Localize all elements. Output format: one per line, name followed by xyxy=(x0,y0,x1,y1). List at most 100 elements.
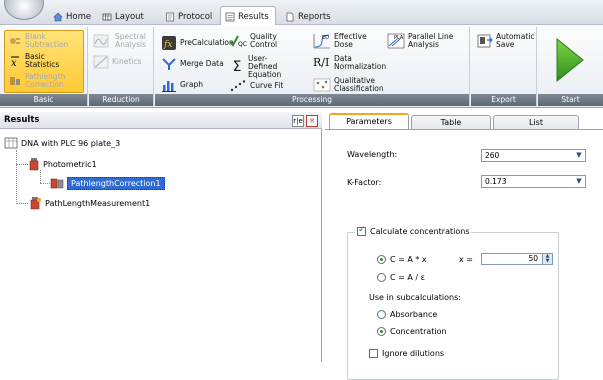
ribbon-group-basic: Blank Subtraction x Basic Statistics Pat… xyxy=(0,27,88,106)
effective-dose-button[interactable]: ED Effective Dose xyxy=(313,33,367,49)
results-icon xyxy=(225,12,235,21)
kfactor-value: 0.173 xyxy=(485,177,507,186)
tab-protocol[interactable]: Protocol xyxy=(160,7,219,25)
tree-node-photometric[interactable]: Photometric1 xyxy=(28,157,97,171)
tab-results[interactable]: Results xyxy=(220,6,276,26)
precalculation-label: PreCalculation xyxy=(180,38,234,47)
top-tab-strip: Home Layout Protocol Results Reports xyxy=(0,0,603,26)
pathlength-correction-label: Pathlength Correction xyxy=(25,72,66,89)
automatic-save-label: Automatic Save xyxy=(496,32,535,49)
tree-node-pathlength-correction[interactable]: PathlengthCorrection1 xyxy=(50,176,165,190)
curve-fit-button[interactable]: Curve Fit xyxy=(229,79,283,93)
formula-divide-radio[interactable]: C = A / ε xyxy=(377,273,425,282)
effective-dose-icon: ED xyxy=(313,34,330,49)
tree-line xyxy=(16,203,28,204)
tree-node-pathlength-correction-label: PathlengthCorrection1 xyxy=(67,176,165,190)
kfactor-select[interactable]: 0.173 ▼ xyxy=(481,175,586,188)
measurement-flask-icon xyxy=(29,158,39,171)
parallel-line-analysis-icon: PLA xyxy=(387,33,405,49)
curve-fit-label: Curve Fit xyxy=(250,81,284,90)
spectral-analysis-button[interactable]: Spectral Analysis xyxy=(93,33,153,49)
tab-reports[interactable]: Reports xyxy=(280,7,338,25)
basic-statistics-button[interactable]: x Basic Statistics xyxy=(8,53,86,69)
tab-parameters[interactable]: Parameters xyxy=(329,113,409,129)
merge-data-button[interactable]: Merge Data xyxy=(161,56,224,72)
tab-reports-label: Reports xyxy=(298,11,331,22)
data-normalization-button[interactable]: R/I Data Normalization xyxy=(313,54,387,71)
tab-results-label: Results xyxy=(238,11,269,22)
tab-layout[interactable]: Layout xyxy=(97,7,151,25)
merge-data-label: Merge Data xyxy=(180,59,224,68)
formula-multiply-radio[interactable]: C = A * x xyxy=(377,255,427,264)
ignore-dilutions-checkbox[interactable]: Ignore dilutions xyxy=(369,349,444,358)
tree-line xyxy=(40,170,41,183)
checkbox-checked-icon xyxy=(357,225,366,236)
qc-badge: QC xyxy=(238,41,247,48)
quality-control-button[interactable]: QC Quality Control xyxy=(229,33,280,49)
pathlength-correction-button[interactable]: Pathlength Correction xyxy=(8,73,86,89)
ribbon-group-basic-label: Basic xyxy=(0,94,87,106)
tree-node-pathlength-measurement[interactable]: PathLengthMeasurement1 xyxy=(28,196,150,210)
application-menu-button[interactable] xyxy=(4,0,44,20)
results-header: Results r|e ✕ xyxy=(0,112,322,129)
radio-selected-icon xyxy=(377,327,386,336)
qualitative-classification-label: Qualitative Classification xyxy=(334,76,384,93)
ribbon-group-export: Automatic Save Export xyxy=(471,27,537,106)
svg-text:fx: fx xyxy=(163,40,172,50)
automatic-save-icon xyxy=(477,34,493,48)
absorbance-label: Absorbance xyxy=(390,310,438,319)
kinetics-button[interactable]: Kinetics xyxy=(93,55,153,69)
precalculation-button[interactable]: fx PreCalculation xyxy=(161,35,234,51)
qualitative-classification-button[interactable]: Qualitative Classification xyxy=(313,77,384,93)
automatic-save-button[interactable]: Automatic Save xyxy=(477,32,535,49)
spectral-analysis-label: Spectral Analysis xyxy=(115,32,146,49)
tab-list[interactable]: List xyxy=(493,115,579,129)
reports-icon xyxy=(286,12,294,21)
user-defined-equation-button[interactable]: Σ User-Defined Equation xyxy=(229,55,292,79)
ribbon-group-processing-label: Processing xyxy=(155,94,469,106)
blank-subtraction-button[interactable]: Blank Subtraction xyxy=(8,33,86,49)
protocol-icon xyxy=(166,12,174,21)
chevron-down-icon: ▼ xyxy=(576,177,582,185)
blank-subtraction-label: Blank Subtraction xyxy=(25,32,69,49)
ribbon-group-start: Start xyxy=(538,27,603,106)
svg-text:x: x xyxy=(11,58,17,68)
calculate-concentrations-label: Calculate concentrations xyxy=(370,227,470,236)
tree-node-pathlength-measurement-label: PathLengthMeasurement1 xyxy=(45,198,151,208)
merge-arrows-icon xyxy=(162,58,176,70)
formula-multiply-label: C = A * x xyxy=(390,255,427,264)
tab-protocol-label: Protocol xyxy=(178,11,213,22)
blank-subtraction-icon xyxy=(10,38,20,44)
mean-x-bar-icon: x xyxy=(11,56,19,68)
parameters-panel: Parameters Table List Wavelength: 260 ▼ … xyxy=(325,112,603,380)
tab-home[interactable]: Home xyxy=(48,7,98,25)
radio-unselected-icon xyxy=(377,310,386,319)
ed-badge: ED xyxy=(322,35,329,41)
ribbon: Blank Subtraction x Basic Statistics Pat… xyxy=(0,25,603,108)
close-icon[interactable]: ✕ xyxy=(306,115,318,127)
graph-button[interactable]: Graph xyxy=(161,77,203,93)
tab-home-label: Home xyxy=(66,11,92,22)
tree-root-node[interactable]: DNA with PLC 96 plate_3 xyxy=(4,136,120,150)
kinetics-label: Kinetics xyxy=(112,57,142,66)
start-play-icon[interactable] xyxy=(554,35,586,85)
data-normalization-label: Data Normalization xyxy=(334,54,387,71)
parallel-line-analysis-button[interactable]: PLA Parallel Line Analysis xyxy=(387,33,466,49)
wavelength-select[interactable]: 260 ▼ xyxy=(481,149,586,162)
function-fx-icon: fx xyxy=(162,36,176,50)
spinner-arrows-icon[interactable]: ▲ ▼ xyxy=(542,254,552,264)
tab-table[interactable]: Table xyxy=(411,115,491,129)
ribbon-group-start-label: Start xyxy=(538,94,603,106)
tab-layout-label: Layout xyxy=(115,11,144,22)
kfactor-label: K-Factor: xyxy=(347,178,382,187)
normalization-ri-icon: R/I xyxy=(313,56,330,69)
absorbance-radio[interactable]: Absorbance xyxy=(377,310,437,319)
calculate-concentrations-checkbox[interactable]: Calculate concentrations xyxy=(355,225,472,236)
concentration-radio[interactable]: Concentration xyxy=(377,327,447,336)
spectral-analysis-icon xyxy=(93,34,109,48)
ribbon-group-reduction: Spectral Analysis Kinetics Reduction xyxy=(89,27,154,106)
rename-button[interactable]: r|e xyxy=(292,115,304,127)
correction-calc-icon xyxy=(50,178,64,189)
chevron-down-icon: ▼ xyxy=(576,151,582,159)
x-value-spinner[interactable]: 50 ▲ ▼ xyxy=(481,253,553,265)
